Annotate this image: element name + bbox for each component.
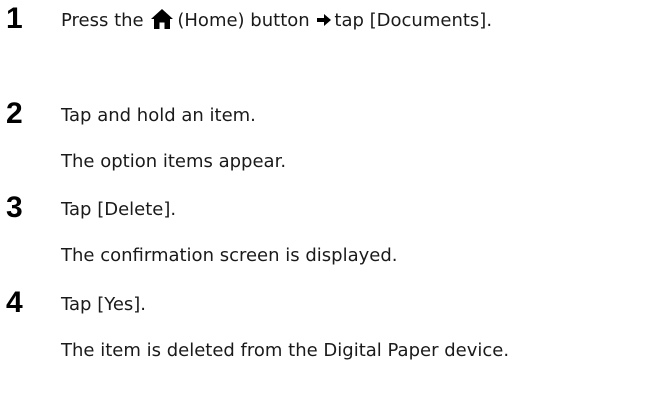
- procedure-steps: 1 Press the (Home) button tap [Documents…: [0, 0, 656, 399]
- step-text: tap [Documents].: [334, 10, 493, 31]
- step-result: The item is deleted from the Digital Pap…: [61, 340, 510, 361]
- right-arrow-icon: [317, 14, 332, 26]
- home-icon: [151, 9, 174, 29]
- step-number: 2: [6, 97, 23, 130]
- step-text: (Home) button: [177, 10, 310, 31]
- step-result: The confirmation screen is displayed.: [61, 245, 398, 266]
- step-instruction: Tap [Delete].: [61, 199, 177, 220]
- step-result: The option items appear.: [61, 151, 287, 172]
- step-instruction: Tap [Yes].: [61, 294, 147, 315]
- step-number: 1: [6, 2, 23, 35]
- step-number: 3: [6, 191, 23, 224]
- step-instruction: Press the (Home) button tap [Documents].: [61, 9, 492, 33]
- step-instruction: Tap and hold an item.: [61, 105, 256, 126]
- step-text: Press the: [61, 10, 144, 31]
- step-number: 4: [6, 286, 23, 319]
